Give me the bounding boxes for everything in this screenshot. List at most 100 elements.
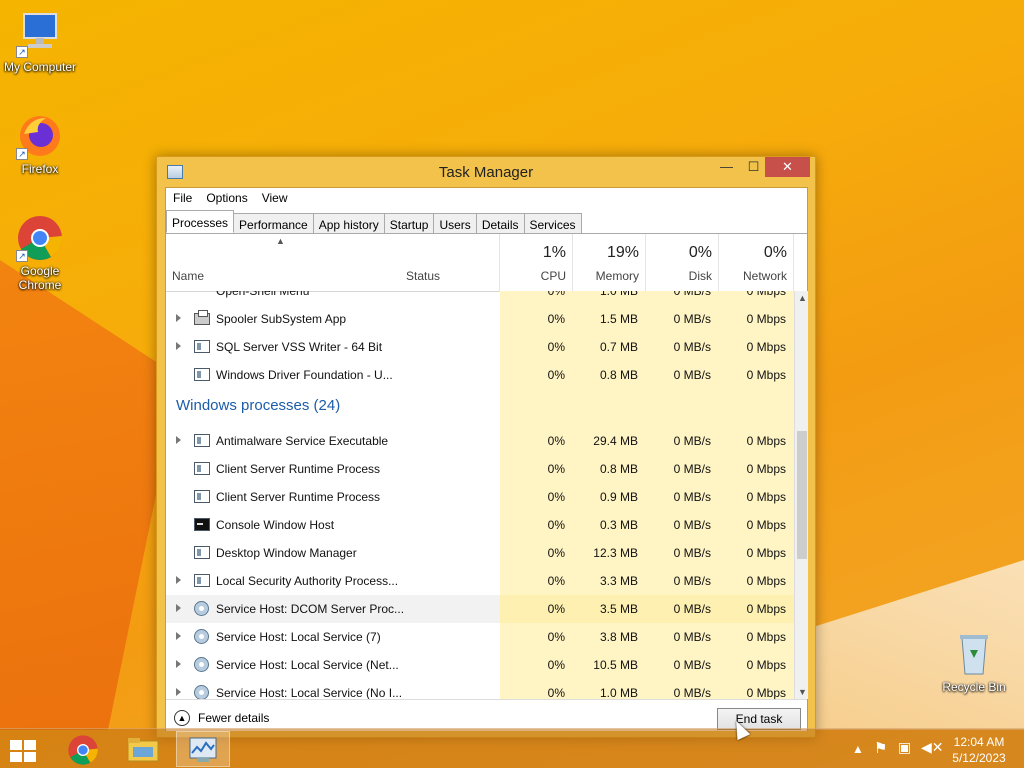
tab-processes[interactable]: Processes: [166, 210, 235, 233]
process-cpu-value: 0%: [547, 490, 565, 504]
process-cpu-value: 0%: [547, 368, 565, 382]
chrome-icon: [68, 735, 98, 765]
process-cpu-value: 0%: [547, 686, 565, 699]
process-network-value: 0 Mbps: [719, 595, 794, 623]
desktop-icon-google-chrome[interactable]: ↗ Google Chrome: [0, 214, 80, 292]
taskbar-chrome-button[interactable]: [56, 731, 110, 767]
console-icon: [194, 518, 210, 531]
window-icon: [194, 490, 210, 503]
process-row[interactable]: Client Server Runtime Process 0% 0.9 MB 0 M…: [166, 483, 794, 511]
process-row[interactable]: Local Security Authority Process... 0% 3.3…: [166, 567, 794, 595]
process-row[interactable]: Client Server Runtime Process 0% 0.8 MB 0 M…: [166, 455, 794, 483]
column-cpu-header[interactable]: 1% CPU: [500, 234, 573, 292]
show-hidden-icons-button[interactable]: ▲: [852, 742, 864, 756]
process-disk-value: 0 MB/s: [673, 630, 711, 644]
network-icon[interactable]: ▣: [898, 739, 911, 756]
process-disk-value: 0 MB/s: [673, 291, 711, 298]
wallpaper-shape: [0, 260, 180, 730]
fewer-details-button[interactable]: ▲ Fewer details: [174, 710, 269, 726]
printer-icon: [194, 310, 210, 325]
window-icon: [194, 434, 210, 447]
taskbar: ▲ ⚑ ▣ ◀✕ 12:04 AM 5/12/2023: [0, 728, 1024, 768]
start-button[interactable]: [0, 731, 54, 767]
process-row[interactable]: Service Host: Local Service (Net... 0% 10.…: [166, 651, 794, 679]
process-row[interactable]: SQL Server VSS Writer - 64 Bit 0% 0.7 MB 0 …: [166, 333, 794, 361]
window-icon: [194, 340, 210, 353]
volume-muted-icon[interactable]: ◀✕: [921, 739, 944, 756]
vertical-scrollbar[interactable]: ▲ ▼: [794, 291, 808, 699]
process-name: SQL Server VSS Writer - 64 Bit: [216, 340, 383, 354]
gear-icon: [194, 601, 209, 616]
expand-arrow-icon[interactable]: [176, 604, 181, 612]
expand-arrow-icon[interactable]: [176, 436, 181, 444]
maximize-button[interactable]: ☐: [740, 159, 767, 179]
folder-icon: [127, 738, 159, 762]
windows-logo-icon: [10, 740, 38, 764]
process-row[interactable]: Windows Driver Foundation - U... 0% 0.8 MB…: [166, 361, 794, 389]
close-button[interactable]: ✕: [765, 157, 810, 177]
process-row[interactable]: Service Host: Local Service (No I... 0% 1.…: [166, 679, 794, 699]
scroll-up-icon[interactable]: ▲: [798, 293, 807, 303]
expand-arrow-icon[interactable]: [176, 342, 181, 350]
column-memory-header[interactable]: 19% Memory: [573, 234, 646, 292]
tab-app-history[interactable]: App history: [312, 213, 385, 233]
process-cpu-value: 0%: [547, 574, 565, 588]
tab-startup[interactable]: Startup: [383, 213, 435, 233]
expand-arrow-icon[interactable]: [176, 688, 181, 696]
process-memory-value: 0.8 MB: [599, 368, 638, 382]
chevron-up-icon: ▲: [174, 710, 190, 726]
menu-options[interactable]: Options: [199, 188, 254, 208]
flag-icon[interactable]: ⚑: [874, 739, 887, 757]
process-network-value: 0 Mbps: [746, 340, 786, 354]
process-name: Service Host: Local Service (7): [216, 630, 381, 644]
menu-file[interactable]: File: [166, 188, 199, 208]
process-row[interactable]: Spooler SubSystem App 0% 1.5 MB 0 MB/s 0 Mbp…: [166, 305, 794, 333]
process-memory-value: 29.4 MB: [593, 434, 638, 448]
end-task-button[interactable]: End task: [717, 708, 801, 730]
tab-users[interactable]: Users: [433, 213, 477, 233]
clock[interactable]: 12:04 AM 5/12/2023: [944, 734, 1014, 766]
column-name-header[interactable]: ▲ Name: [166, 234, 400, 292]
desktop-icon-recycle-bin[interactable]: Recycle Bin: [934, 630, 1014, 694]
tab-details[interactable]: Details: [475, 213, 525, 233]
tab-performance[interactable]: Performance: [233, 213, 314, 233]
taskbar-file-explorer-button[interactable]: [116, 731, 170, 767]
column-network-header[interactable]: 0% Network: [719, 234, 794, 292]
process-cpu-value: 0%: [547, 291, 565, 298]
process-list: Open-Shell Menu 0% 1.0 MB 0 MB/s 0 Mbps Spool…: [166, 291, 794, 699]
minimize-button[interactable]: —: [713, 159, 740, 179]
process-network-value: 0 Mbps: [746, 462, 786, 476]
process-name: Client Server Runtime Process: [216, 462, 381, 476]
desktop-icon-label: Google Chrome: [18, 264, 62, 292]
process-network-value: 0 Mbps: [746, 368, 786, 382]
expand-arrow-icon[interactable]: [176, 632, 181, 640]
process-row[interactable]: Service Host: Local Service (7) 0% 3.8 MB 0…: [166, 623, 794, 651]
title-bar[interactable]: Task Manager — ☐ ✕: [157, 157, 815, 187]
taskbar-task-manager-button[interactable]: [176, 731, 230, 767]
desktop-icon-my-computer[interactable]: ↗ My Computer: [0, 10, 80, 74]
process-row[interactable]: Desktop Window Manager 0% 12.3 MB 0 MB/s 0 M…: [166, 539, 794, 567]
expand-arrow-icon[interactable]: [176, 576, 181, 584]
process-row[interactable]: Open-Shell Menu 0% 1.0 MB 0 MB/s 0 Mbps: [166, 291, 794, 305]
process-memory-value: 0.9 MB: [599, 490, 638, 504]
expand-arrow-icon[interactable]: [176, 660, 181, 668]
process-cpu-value: 0%: [547, 658, 565, 672]
process-network-value: 0 Mbps: [746, 546, 786, 560]
process-row[interactable]: Console Window Host 0% 0.3 MB 0 MB/s 0 Mbps: [166, 511, 794, 539]
group-header-windows-processes[interactable]: Windows processes (24): [176, 391, 340, 421]
process-disk-value: 0 MB/s: [673, 546, 711, 560]
scroll-thumb[interactable]: [797, 431, 807, 559]
window-icon: [194, 368, 210, 381]
expand-arrow-icon[interactable]: [176, 314, 181, 322]
process-row[interactable]: Service Host: DCOM Server Proc... 0% 3.5 M…: [166, 595, 794, 623]
process-memory-value: 1.0 MB: [599, 686, 638, 699]
scroll-down-icon[interactable]: ▼: [798, 687, 807, 697]
sort-arrow-icon: ▲: [276, 236, 285, 246]
column-disk-header[interactable]: 0% Disk: [646, 234, 719, 292]
menu-view[interactable]: View: [255, 188, 295, 208]
tab-services[interactable]: Services: [523, 213, 582, 233]
desktop-icon-firefox[interactable]: ↗ Firefox: [0, 112, 80, 176]
column-status-header[interactable]: Status: [400, 234, 500, 292]
process-row[interactable]: Antimalware Service Executable 0% 29.4 MB 0…: [166, 427, 794, 455]
process-memory-value: 3.5 MB: [573, 595, 646, 623]
